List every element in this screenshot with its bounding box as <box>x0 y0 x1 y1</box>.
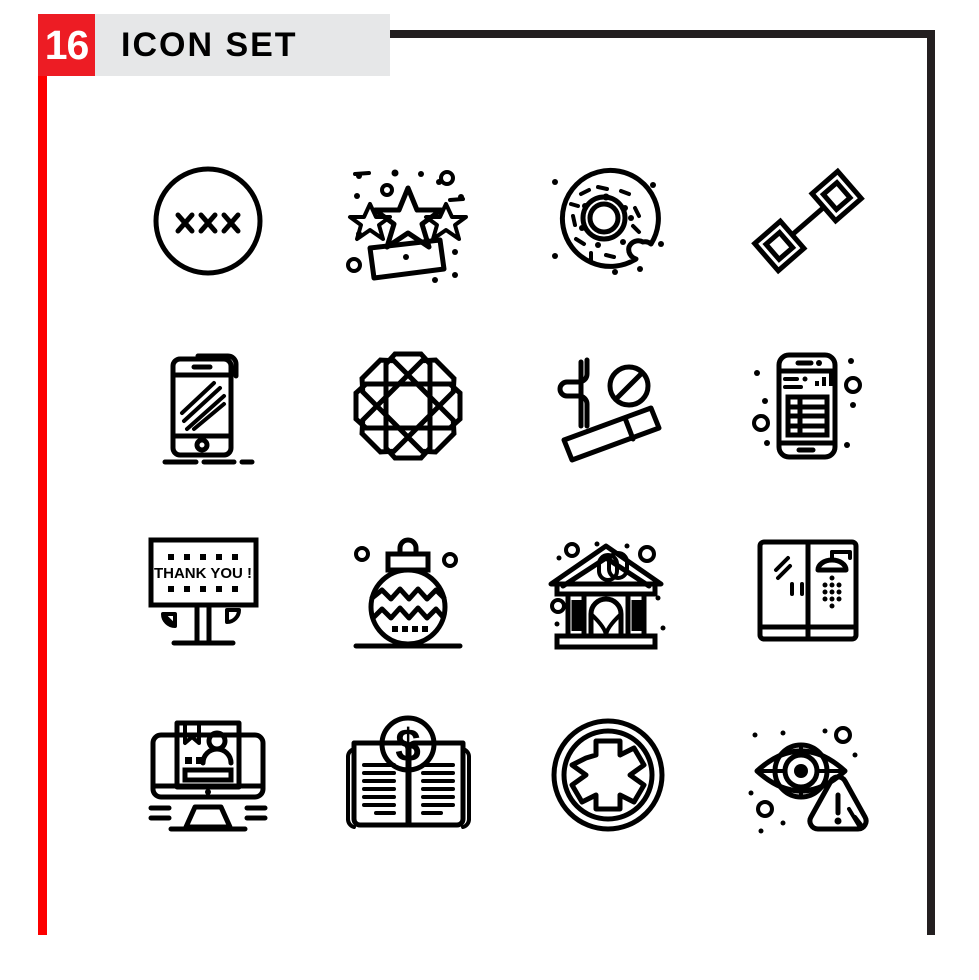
icon-cell-6[interactable] <box>308 313 508 498</box>
icon-grid: THANK YOU ! $ <box>108 128 908 868</box>
icon-cell-7[interactable] <box>508 313 708 498</box>
header-badge: 16 ICON SET <box>38 14 390 76</box>
icon-cell-4[interactable] <box>708 128 908 313</box>
monitor-resume-icon <box>148 720 268 832</box>
icon-cell-5[interactable] <box>108 313 308 498</box>
icon-cell-1[interactable] <box>108 128 308 313</box>
stars-confetti-icon <box>346 169 468 283</box>
icon-cell-8[interactable] <box>708 313 908 498</box>
icon-cell-16[interactable] <box>708 683 908 868</box>
icon-cell-2[interactable] <box>308 128 508 313</box>
icon-cell-15[interactable] <box>508 683 708 868</box>
shower-cabin-icon <box>757 539 858 642</box>
no-smoking-icon <box>557 357 661 462</box>
thank-you-billboard-icon: THANK YOU ! <box>148 537 258 646</box>
icon-cell-9[interactable]: THANK YOU ! <box>108 498 308 683</box>
theater-building-icon <box>548 541 665 650</box>
medical-cross-icon <box>551 718 664 832</box>
mobile-table-icon <box>752 352 862 459</box>
frame-top-black-border <box>352 30 935 38</box>
frame-right-black-border <box>927 30 935 935</box>
eye-warning-icon <box>748 726 869 834</box>
icon-cell-13[interactable] <box>108 683 308 868</box>
icon-cell-11[interactable] <box>508 498 708 683</box>
dumbbell-icon <box>751 167 865 274</box>
dollar-symbol: $ <box>395 719 421 771</box>
frame-left-red-border <box>38 28 47 935</box>
icon-set-page: 16 ICON SET THANK YOU ! $ <box>0 0 979 980</box>
header-title-background: ICON SET <box>95 14 390 76</box>
icon-cell-10[interactable] <box>308 498 508 683</box>
finance-book-icon: $ <box>345 715 471 829</box>
geometric-flower-icon <box>353 351 462 460</box>
billboard-text: THANK YOU ! <box>153 565 251 582</box>
icon-cell-12[interactable] <box>708 498 908 683</box>
smartphone-shine-icon <box>162 353 254 464</box>
icon-cell-3[interactable] <box>508 128 708 313</box>
donut-icon <box>552 167 664 275</box>
icon-cell-14[interactable]: $ <box>308 683 508 868</box>
christmas-ornament-icon <box>353 537 463 648</box>
icon-count: 16 <box>38 14 95 76</box>
page-title: ICON SET <box>121 25 298 64</box>
xxx-circle-icon <box>153 166 263 275</box>
